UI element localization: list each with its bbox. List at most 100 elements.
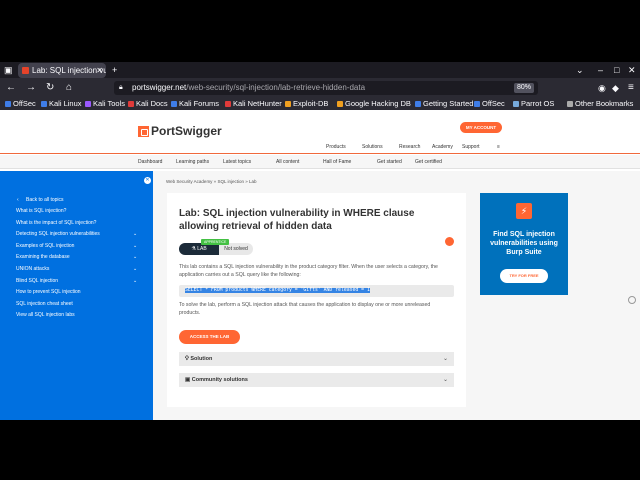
sidebar-item[interactable]: Examples of SQL injection xyxy=(16,243,74,249)
chevron-down-icon[interactable]: ⌄ xyxy=(133,243,137,249)
solution-accordion[interactable]: 💡︎ Solution ⌄ xyxy=(179,352,454,366)
subnav-learning-paths[interactable]: Learning paths xyxy=(176,155,209,169)
bulb-icon: 💡︎ xyxy=(185,356,189,362)
sidebar-item[interactable]: UNION attacks xyxy=(16,266,49,272)
firefox-view-icon[interactable]: ▣ xyxy=(4,62,13,78)
extensions-icon[interactable]: ◆ xyxy=(612,78,619,98)
academy-subnav: Dashboard Learning paths Latest topics A… xyxy=(0,155,640,169)
lab-label-text: LAB xyxy=(197,246,207,252)
nav-academy[interactable]: Academy xyxy=(432,144,453,150)
access-the-lab-button[interactable]: ACCESS THE LAB xyxy=(179,330,240,344)
difficulty-badge: APPRENTICE xyxy=(201,239,230,245)
lab-solve-text: To solve the lab, perform a SQL injectio… xyxy=(179,302,431,316)
url-path: /web-security/sql-injection/lab-retrieve… xyxy=(186,83,366,92)
bookmark-item[interactable]: Kali Docs xyxy=(127,98,168,110)
burp-suite-ad[interactable]: ⚡︎ Find SQL injection vulnerabilities us… xyxy=(480,193,568,295)
community-icon: ▣ xyxy=(185,377,191,383)
sql-query-text: SELECT * FROM products WHERE category = … xyxy=(185,288,370,293)
chevron-down-icon[interactable]: ⌄ xyxy=(133,231,137,237)
bookmark-item[interactable]: OffSec xyxy=(4,98,36,110)
screen: ▣ Lab: SQL injection vulnerabi ✕ + ⌄ – □… xyxy=(0,0,640,480)
list-tabs-icon[interactable]: ⌄ xyxy=(576,62,584,78)
zoom-level[interactable]: 80% xyxy=(513,83,534,93)
hamburger-icon[interactable]: ≡ xyxy=(497,144,500,150)
bookmark-item[interactable]: Other Bookmarks xyxy=(566,98,633,110)
subnav-get-started[interactable]: Get started xyxy=(377,155,402,169)
portswigger-favicon xyxy=(22,67,29,74)
reload-icon[interactable]: ↻ xyxy=(46,78,54,98)
subnav-get-certified[interactable]: Get certified xyxy=(415,155,442,169)
chevron-down-icon[interactable]: ⌄ xyxy=(133,254,137,260)
share-icon[interactable] xyxy=(445,237,454,246)
portswigger-logo[interactable]: PortSwigger xyxy=(138,124,222,138)
bookmark-item[interactable]: Parrot OS xyxy=(512,98,554,110)
solution-label: Solution xyxy=(190,356,213,362)
subnav-latest-topics[interactable]: Latest topics xyxy=(223,155,251,169)
sidebar-item[interactable]: Blind SQL injection xyxy=(16,278,58,284)
bookmark-item[interactable]: Getting Started xyxy=(414,98,473,110)
try-for-free-button[interactable]: TRY FOR FREE xyxy=(500,269,548,283)
url-text: portswigger.net/web-security/sql-injecti… xyxy=(132,81,365,95)
close-window-icon[interactable]: ✕ xyxy=(628,62,636,78)
forward-icon[interactable]: → xyxy=(26,78,36,98)
logo-text: PortSwigger xyxy=(151,124,222,138)
nav-research[interactable]: Research xyxy=(399,144,420,150)
minimize-icon[interactable]: – xyxy=(598,62,603,78)
sidebar-item[interactable]: Detecting SQL injection vulnerabilities xyxy=(16,231,100,237)
chevron-down-icon[interactable]: ⌄ xyxy=(133,266,137,272)
back-icon[interactable]: ← xyxy=(6,78,16,98)
sidebar-item[interactable]: View all SQL injection labs xyxy=(16,312,75,318)
breadcrumb[interactable]: Web Security Academy » SQL injection » L… xyxy=(166,179,257,184)
sidebar-item[interactable]: What is the impact of SQL injection? xyxy=(16,220,96,226)
bookmarks-toolbar: OffSec Kali Linux Kali Tools Kali Docs Kali … xyxy=(0,98,640,110)
sidebar-item[interactable]: How to prevent SQL injection xyxy=(16,289,81,295)
browser-tab[interactable]: Lab: SQL injection vulnerabi ✕ xyxy=(18,63,106,78)
bookmark-item[interactable]: OffSec xyxy=(473,98,505,110)
scroll-indicator-icon[interactable] xyxy=(628,296,636,304)
sidebar-item[interactable]: Back to all topics xyxy=(26,197,64,203)
logo-mark-icon xyxy=(138,125,149,137)
nav-solutions[interactable]: Solutions xyxy=(362,144,383,150)
address-bar[interactable]: 🔒︎ portswigger.net/web-security/sql-inje… xyxy=(114,81,538,95)
my-account-button[interactable]: MY ACCOUNT xyxy=(460,122,502,133)
chevron-down-icon[interactable]: ⌄ xyxy=(133,278,137,284)
bookmark-item[interactable]: Kali NetHunter xyxy=(224,98,282,110)
ad-text: Find SQL injection vulnerabilities using… xyxy=(490,231,558,256)
tab-title: Lab: SQL injection vulnerabi xyxy=(32,66,106,75)
back-arrow-icon: ‹ xyxy=(17,197,19,203)
bookmark-item[interactable]: Exploit-DB xyxy=(284,98,328,110)
web-page: PortSwigger MY ACCOUNT Products Solution… xyxy=(0,110,640,420)
bookmark-item[interactable]: Kali Tools xyxy=(84,98,125,110)
lock-icon[interactable]: 🔒︎ xyxy=(119,81,123,95)
pocket-icon[interactable]: ◉ xyxy=(598,78,606,98)
nav-support[interactable]: Support xyxy=(462,144,480,150)
subnav-dashboard[interactable]: Dashboard xyxy=(138,155,162,169)
lab-card: Lab: SQL injection vulnerability in WHER… xyxy=(167,193,466,407)
sidebar-item[interactable]: SQL injection cheat sheet xyxy=(16,301,73,307)
sidebar-item[interactable]: What is SQL injection? xyxy=(16,208,66,214)
bookmark-item[interactable]: Google Hacking DB xyxy=(336,98,411,110)
nav-products[interactable]: Products xyxy=(326,144,346,150)
subnav-all-content[interactable]: All content xyxy=(276,155,299,169)
tab-close-icon[interactable]: ✕ xyxy=(96,63,103,78)
chevron-down-icon: ⌄ xyxy=(442,356,448,362)
topic-sidebar: ✕ Back to all topics ‹ What is SQL injecti… xyxy=(0,171,153,420)
navigation-bar: ← → ↻ ⌂ 🔒︎ portswigger.net/web-security/… xyxy=(0,78,640,98)
bookmark-item[interactable]: Kali Linux xyxy=(40,98,82,110)
community-solutions-label: Community solutions xyxy=(191,377,248,383)
maximize-icon[interactable]: □ xyxy=(614,62,619,78)
community-solutions-accordion[interactable]: ▣ Community solutions ⌄ xyxy=(179,373,454,387)
main-content: Web Security Academy » SQL injection » L… xyxy=(153,171,640,420)
subnav-hall-of-fame[interactable]: Hall of Fame xyxy=(323,155,351,169)
menu-icon[interactable]: ≡ xyxy=(628,78,634,98)
sql-query-code: SELECT * FROM products WHERE category = … xyxy=(179,285,454,297)
sidebar-item[interactable]: Examining the database xyxy=(16,254,70,260)
site-header: PortSwigger MY ACCOUNT Products Solution… xyxy=(0,110,640,154)
lab-intro: This lab contains a SQL injection vulner… xyxy=(179,264,438,278)
bookmark-item[interactable]: Kali Forums xyxy=(170,98,219,110)
home-icon[interactable]: ⌂ xyxy=(66,78,72,98)
new-tab-icon[interactable]: + xyxy=(112,62,117,78)
access-button-label: ACCESS THE LAB xyxy=(189,334,230,339)
sidebar-close-icon[interactable]: ✕ xyxy=(144,177,151,184)
chevron-down-icon: ⌄ xyxy=(442,377,448,383)
